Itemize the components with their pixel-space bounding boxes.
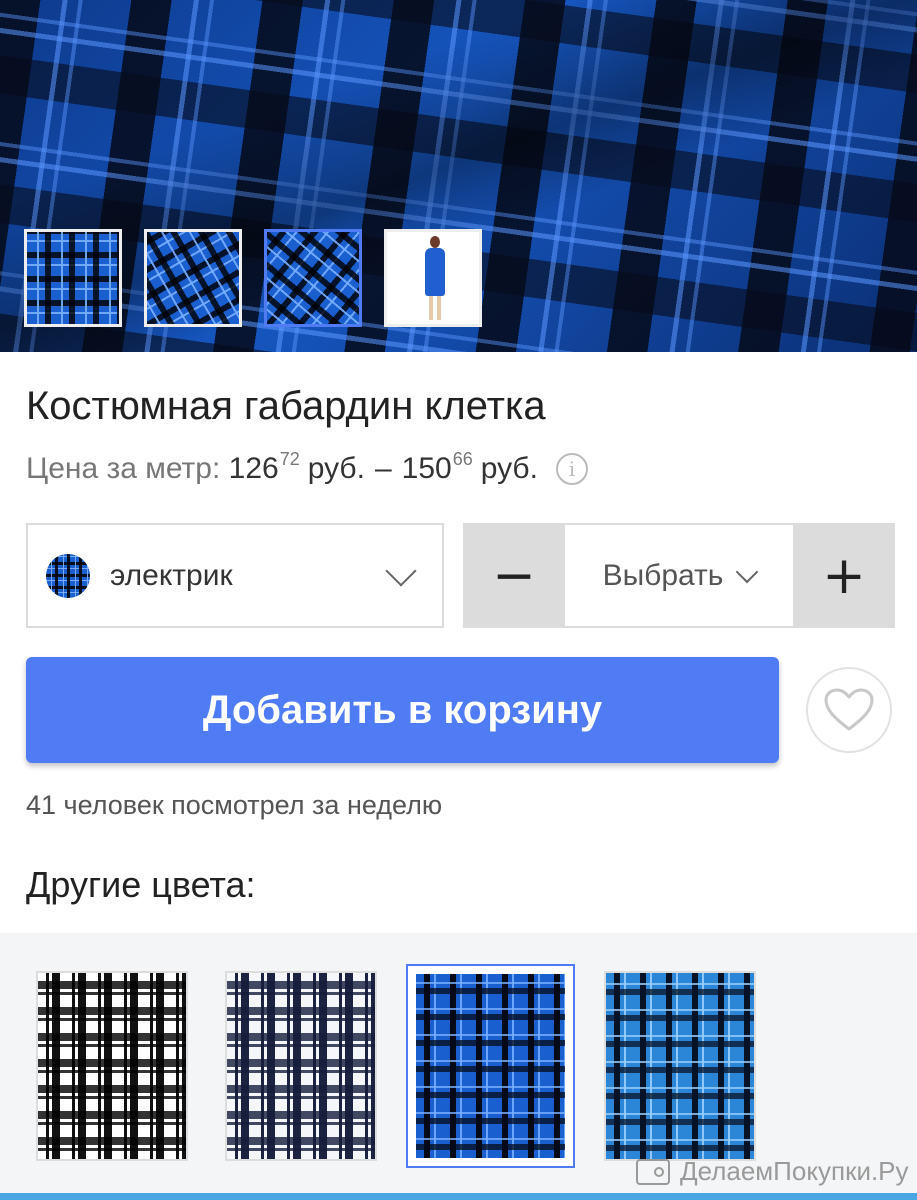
color-option-light-blue[interactable] — [604, 971, 756, 1161]
price-from-decimal: 72 — [279, 448, 300, 469]
thumbnail-3-selected[interactable] — [264, 229, 362, 327]
color-option-navy-white[interactable] — [225, 971, 377, 1161]
color-option-electric-selected[interactable] — [406, 964, 575, 1168]
chevron-down-icon — [385, 554, 417, 587]
wallet-icon — [636, 1158, 670, 1185]
product-title: Костюмная габардин клетка — [26, 384, 546, 428]
currency-from: руб. — [307, 452, 365, 485]
add-to-cart-button[interactable]: Добавить в корзину — [26, 657, 779, 763]
color-option-black-white[interactable] — [36, 971, 188, 1161]
model-figure — [423, 236, 447, 320]
favorite-button[interactable] — [806, 667, 892, 753]
increment-button[interactable]: + — [793, 523, 895, 628]
price-range: Цена за метр: 126 72 руб. – 150 66 руб. i — [26, 448, 588, 486]
price-dash: – — [374, 452, 392, 485]
info-icon[interactable]: i — [555, 453, 588, 485]
currency-to: руб. — [480, 452, 538, 485]
thumbnail-2[interactable] — [144, 229, 242, 327]
quantity-select[interactable]: Выбрать — [565, 523, 793, 628]
price-to-decimal: 66 — [452, 448, 473, 469]
bottom-bar — [0, 1193, 917, 1200]
heart-icon — [824, 688, 874, 731]
color-select[interactable]: электрик — [26, 523, 444, 628]
watermark-text: ДелаемПокупки.Ру — [680, 1156, 909, 1186]
thumbnail-4-model[interactable] — [384, 229, 482, 327]
price-to-integer: 150 — [401, 452, 452, 485]
other-colors-title: Другие цвета: — [26, 864, 256, 905]
color-swatch — [46, 553, 90, 598]
quantity-select-value: Выбрать — [602, 558, 724, 592]
watermark: ДелаемПокупки.Ру — [636, 1156, 909, 1187]
price-from-integer: 126 — [228, 452, 279, 485]
thumbnail-strip — [24, 229, 482, 327]
color-select-value: электрик — [110, 558, 233, 592]
price-label: Цена за метр: — [26, 452, 221, 485]
decrement-button[interactable]: − — [463, 523, 565, 628]
views-count: 41 человек посмотрел за неделю — [26, 790, 443, 820]
quantity-stepper: − Выбрать + — [463, 523, 895, 628]
chevron-down-icon — [736, 560, 759, 583]
thumbnail-1[interactable] — [24, 229, 122, 327]
